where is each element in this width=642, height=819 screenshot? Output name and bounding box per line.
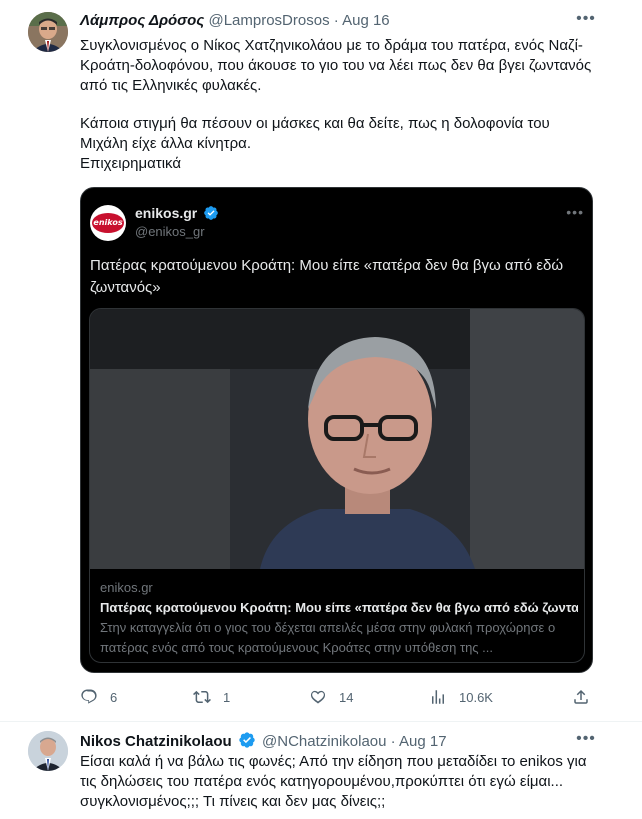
link-description: Στην καταγγελία ότι ο γιος του δέχεται α… — [100, 620, 556, 655]
quoted-author-handle[interactable]: @enikos_gr — [135, 224, 205, 240]
quoted-tweet-text: Πατέρας κρατούμενου Κροάτη: Μου είπε «πα… — [90, 257, 564, 296]
views-count: 10.6K — [459, 689, 493, 705]
tweet-text-paragraph-1: Συγκλονισμένος ο Νίκος Χατζηνικολάου με … — [80, 37, 596, 94]
tweet-1[interactable]: Λάμπρος Δρόσος @LamprosDrosos · Aug 16 •… — [0, 0, 642, 722]
like-button[interactable]: 14 — [309, 686, 353, 708]
tweet-date[interactable]: Aug 16 — [342, 12, 390, 29]
tweet-actions: 6 1 14 10.6K — [80, 686, 594, 708]
retweet-button[interactable]: 1 — [193, 686, 230, 708]
share-button[interactable] — [572, 686, 590, 708]
share-icon — [574, 689, 588, 704]
enikos-avatar[interactable]: enikos — [90, 205, 126, 241]
verified-badge-icon — [203, 205, 219, 225]
author-name[interactable]: Λάμπρος Δρόσος — [80, 12, 204, 29]
more-horizontal-icon[interactable]: ••• — [576, 731, 596, 752]
separator: · — [390, 733, 396, 750]
author-name[interactable]: Nikos Chatzinikolaou — [80, 733, 232, 750]
reply-count: 6 — [110, 689, 118, 705]
tweet-header: Λάμπρος Δρόσος @LamprosDrosos · Aug 16 — [80, 11, 390, 31]
link-preview-card[interactable]: enikos.gr Πατέρας κρατούμενου Κροάτη: Μο… — [89, 308, 585, 663]
tweet-text-paragraph-2: Κάποια στιγμή θα πέσουν οι μάσκες και θα… — [80, 115, 550, 172]
tweet-date[interactable]: Aug 17 — [399, 733, 447, 750]
views-button[interactable]: 10.6K — [429, 686, 493, 708]
link-domain: enikos.gr — [100, 580, 153, 595]
enikos-logo: enikos — [92, 213, 124, 233]
author-handle[interactable]: @LamprosDrosos — [208, 12, 329, 29]
retweet-icon — [193, 690, 211, 704]
author-handle[interactable]: @NChatzinikolaou — [262, 733, 386, 750]
author-avatar[interactable] — [28, 12, 68, 52]
link-title[interactable]: Πατέρας κρατούμενου Κροάτη: Μου είπε «πα… — [100, 599, 578, 617]
like-count: 14 — [339, 689, 354, 705]
author-avatar[interactable] — [28, 731, 68, 771]
more-horizontal-icon[interactable]: ••• — [566, 204, 584, 220]
separator: · — [333, 12, 339, 29]
quoted-author-name[interactable]: enikos.gr — [135, 204, 221, 225]
analytics-icon — [432, 690, 444, 704]
retweet-count: 1 — [223, 689, 231, 705]
link-preview-image[interactable] — [90, 309, 584, 569]
heart-icon — [310, 690, 326, 704]
quoted-author-name-text: enikos.gr — [135, 205, 198, 221]
reply-button[interactable]: 6 — [80, 686, 117, 708]
quoted-tweet-card[interactable]: enikos enikos.gr @enikos_gr ••• Πατέρας … — [80, 187, 593, 673]
reply-icon — [81, 689, 97, 704]
more-horizontal-icon[interactable]: ••• — [576, 11, 596, 32]
tweet-text: Είσαι καλά ή να βάλω τις φωνές; Από την … — [80, 753, 591, 810]
